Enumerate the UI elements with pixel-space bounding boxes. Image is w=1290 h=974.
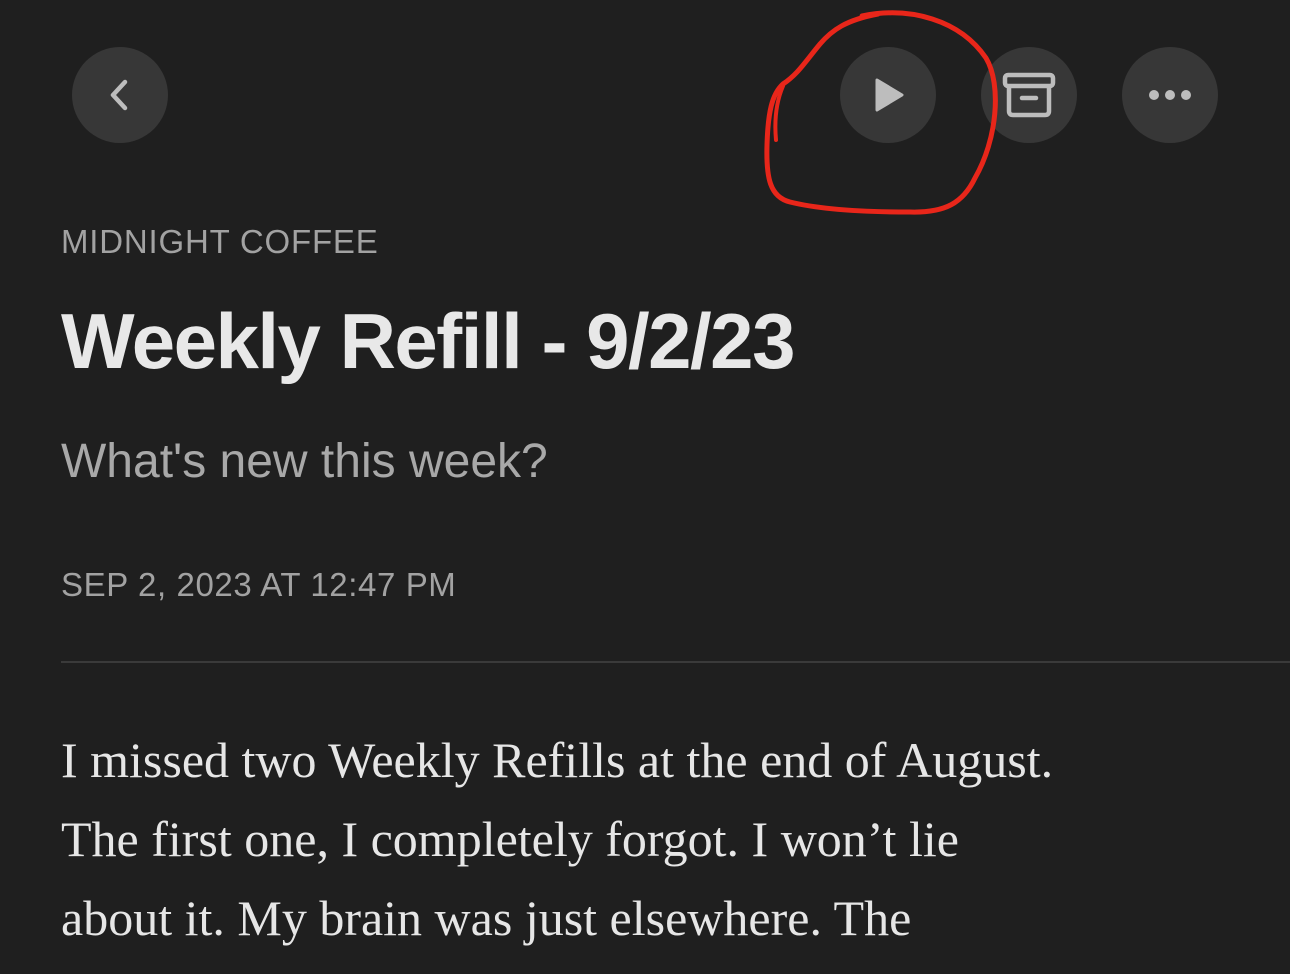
play-button[interactable]	[840, 47, 936, 143]
divider	[61, 661, 1290, 663]
play-icon	[875, 78, 904, 112]
body-line: The first one, I completely forgot. I wo…	[61, 811, 959, 867]
body-line: I missed two Weekly Refills at the end o…	[61, 732, 1054, 788]
article-date: SEP 2, 2023 AT 12:47 PM	[61, 566, 457, 603]
article-body: I missed two Weekly Refills at the end o…	[61, 721, 1251, 958]
back-button[interactable]	[72, 47, 168, 143]
archive-button[interactable]	[981, 47, 1077, 143]
chevron-left-icon	[110, 79, 128, 111]
article-subtitle: What's new this week?	[61, 435, 548, 488]
article-title: Weekly Refill - 9/2/23	[61, 297, 795, 385]
ellipsis-icon	[1149, 90, 1191, 100]
archive-box-icon	[1002, 72, 1056, 118]
body-line: about it. My brain was just elsewhere. T…	[61, 890, 912, 946]
publication-name[interactable]: MIDNIGHT COFFEE	[61, 223, 379, 261]
article-reader-screen: MIDNIGHT COFFEE Weekly Refill - 9/2/23 W…	[0, 0, 1290, 974]
more-options-button[interactable]	[1122, 47, 1218, 143]
